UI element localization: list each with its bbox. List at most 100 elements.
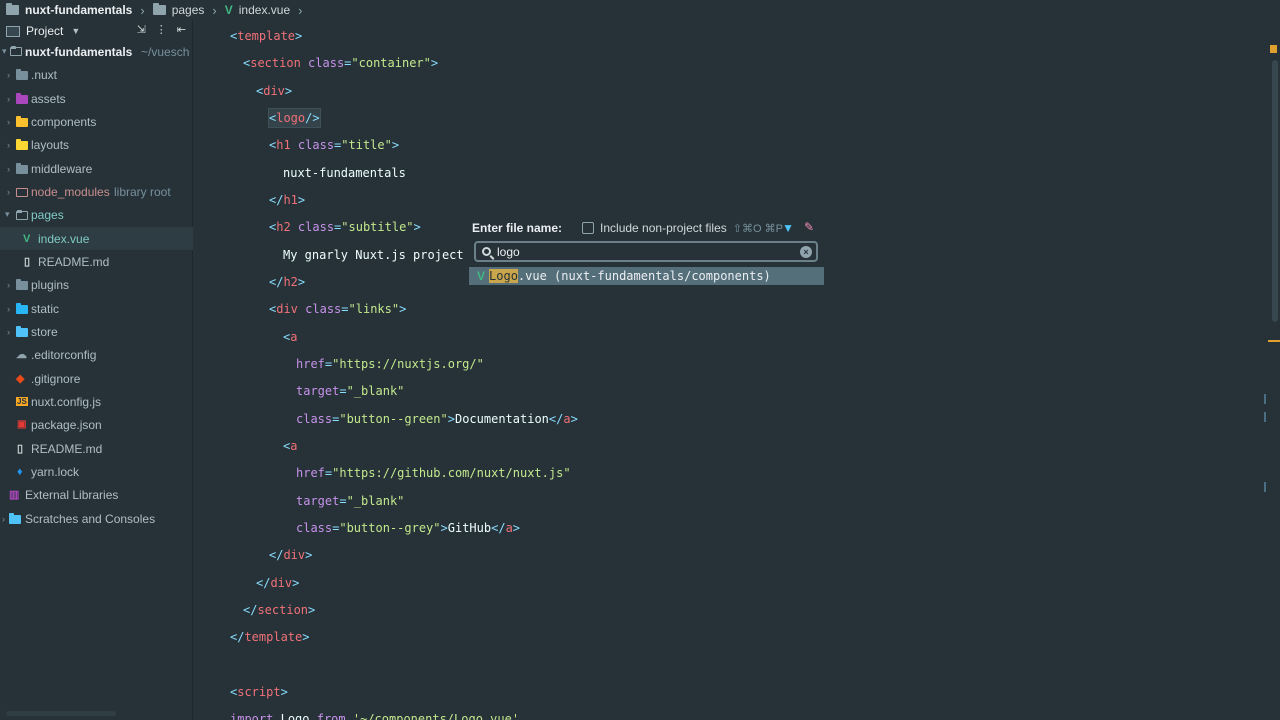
code-line-9: My gnarly Nuxt.js project — [283, 248, 464, 262]
chevron-right-icon[interactable]: › — [7, 94, 10, 104]
tree-item-nuxt-config[interactable]: JS nuxt.config.js — [0, 390, 193, 413]
breadcrumb-project[interactable]: nuxt-fundamentals — [6, 3, 132, 17]
code-token: section — [257, 603, 309, 617]
chevron-right-icon[interactable]: › — [7, 70, 10, 80]
tree-item-scratches[interactable]: › Scratches and Consoles — [0, 507, 193, 530]
folder-icon — [6, 3, 19, 15]
folder-icon — [16, 188, 28, 197]
tree-item-layouts[interactable]: › layouts — [0, 133, 193, 156]
chevron-right-icon[interactable]: › — [7, 280, 10, 290]
chevron-right-icon[interactable]: › — [7, 140, 10, 150]
hide-panel-icon[interactable]: ⇤ — [177, 23, 186, 36]
project-view-title: Project — [26, 24, 64, 38]
tree-item-label: README.md — [31, 441, 103, 456]
code-line-6: nuxt-fundamentals — [283, 166, 406, 180]
chevron-right-icon: › — [298, 2, 303, 18]
breadcrumb-file[interactable]: V index.vue — [225, 3, 290, 17]
npm-file-icon: ▣ — [17, 419, 27, 430]
project-view-header[interactable]: Project ▼ ⇲ ⋮ ⇤ — [0, 20, 192, 42]
tree-item-package-json[interactable]: ▣ package.json — [0, 413, 193, 436]
tree-item-label: README.md — [38, 254, 110, 269]
chevron-right-icon[interactable]: › — [7, 304, 10, 314]
folder-icon — [16, 93, 28, 104]
collapse-all-icon[interactable]: ⇲ — [137, 23, 146, 36]
code-line-5: <h1 class="title"> — [269, 138, 400, 152]
tree-item-yarn-lock[interactable]: ♦ yarn.lock — [0, 460, 193, 483]
tree-item-label: plugins — [31, 277, 70, 292]
code-line-4: <logo/> — [268, 108, 321, 128]
tree-item-gitignore[interactable]: ◆ .gitignore — [0, 367, 193, 390]
code-line-13: href="https://nuxtjs.org/" — [296, 357, 484, 371]
chevron-right-icon: › — [212, 2, 217, 18]
result-path: .vue (nuxt-fundamentals/components) — [517, 269, 771, 283]
chevron-right-icon[interactable]: › — [7, 117, 10, 127]
code-token: template — [244, 630, 303, 644]
code-token: div — [270, 576, 293, 590]
sidebar-horizontal-scrollbar[interactable] — [6, 711, 116, 716]
tree-item-components[interactable]: › components — [0, 110, 193, 133]
tree-root[interactable]: ▾ nuxt-fundamentals ~/vuesch — [0, 40, 193, 63]
folder-icon — [16, 139, 28, 150]
code-token: "_blank" — [346, 384, 405, 398]
chevron-right-icon[interactable]: › — [7, 327, 10, 337]
warning-marker[interactable] — [1270, 45, 1277, 53]
folder-icon — [16, 279, 28, 290]
tree-item-external-libraries[interactable]: ▥ External Libraries — [0, 483, 193, 506]
code-token: "title" — [341, 138, 392, 152]
change-marker[interactable] — [1264, 394, 1266, 404]
js-file-icon: JS — [16, 397, 28, 406]
tree-item-label: External Libraries — [25, 487, 119, 502]
code-token: "button--grey" — [339, 521, 441, 535]
code-line-24: <script> — [230, 685, 288, 699]
result-item[interactable]: V Logo .vue (nuxt-fundamentals/component… — [469, 267, 824, 285]
code-line-12: <a — [283, 330, 298, 344]
tree-item-store[interactable]: › store — [0, 320, 193, 343]
code-line-8: <h2 class="subtitle"> — [269, 220, 421, 234]
tree-item-index-vue[interactable]: V index.vue — [0, 227, 193, 250]
code-editor[interactable]: <template> <section class="container"> <… — [193, 20, 1280, 720]
code-line-22: </section> — [243, 603, 316, 617]
tree-item-node-modules[interactable]: › node_modules library root — [0, 180, 193, 203]
scratches-icon — [9, 513, 21, 524]
code-line-20: </div> — [269, 548, 313, 562]
tree-item-plugins[interactable]: › plugins — [0, 273, 193, 296]
tree-item-pages[interactable]: ▾ pages — [0, 203, 193, 226]
more-options-icon[interactable]: ⋮ — [156, 23, 167, 36]
chevron-down-icon[interactable]: ▾ — [5, 209, 10, 220]
code-token: template — [237, 29, 296, 43]
warning-stripe[interactable] — [1268, 340, 1280, 342]
chevron-right-icon[interactable]: › — [2, 514, 5, 524]
editor-scrollbar[interactable] — [1272, 60, 1278, 322]
tree-item-editorconfig[interactable]: ☁ .editorconfig — [0, 343, 193, 366]
filter-icon[interactable]: ▼ — [782, 221, 794, 235]
code-token: h2 — [283, 275, 298, 289]
tree-item-nuxt[interactable]: › .nuxt — [0, 63, 193, 86]
code-token: logo — [276, 111, 306, 125]
include-non-project-checkbox[interactable] — [582, 222, 595, 234]
vue-file-icon: V — [477, 269, 486, 283]
code-token: class — [297, 138, 335, 152]
code-token: target — [296, 494, 340, 508]
tree-item-label: pages — [31, 207, 64, 222]
tree-item-assets[interactable]: › assets — [0, 87, 193, 110]
tree-item-readme[interactable]: ▯ README.md — [0, 437, 193, 460]
pin-icon[interactable]: ✎ — [804, 220, 814, 234]
tree-item-static[interactable]: › static — [0, 297, 193, 320]
tree-item-middleware[interactable]: › middleware — [0, 157, 193, 180]
change-marker[interactable] — [1264, 482, 1266, 492]
breadcrumb-folder[interactable]: pages — [152, 3, 204, 17]
include-non-project-label[interactable]: Include non-project files — [600, 221, 727, 235]
code-token: a — [290, 330, 298, 344]
breadcrumb-project-label: nuxt-fundamentals — [25, 3, 133, 17]
change-marker[interactable] — [1264, 412, 1266, 422]
chevron-right-icon[interactable]: › — [7, 164, 10, 174]
code-token: section — [250, 56, 301, 70]
clear-icon[interactable]: × — [800, 246, 812, 258]
search-input[interactable] — [497, 244, 787, 259]
code-line-16: <a — [283, 439, 298, 453]
chevron-right-icon[interactable]: › — [7, 187, 10, 197]
chevron-down-icon[interactable]: ▼ — [71, 26, 80, 36]
tree-item-pages-readme[interactable]: ▯ README.md — [0, 250, 193, 273]
chevron-down-icon[interactable]: ▾ — [2, 46, 7, 57]
search-box[interactable]: × — [474, 241, 818, 262]
